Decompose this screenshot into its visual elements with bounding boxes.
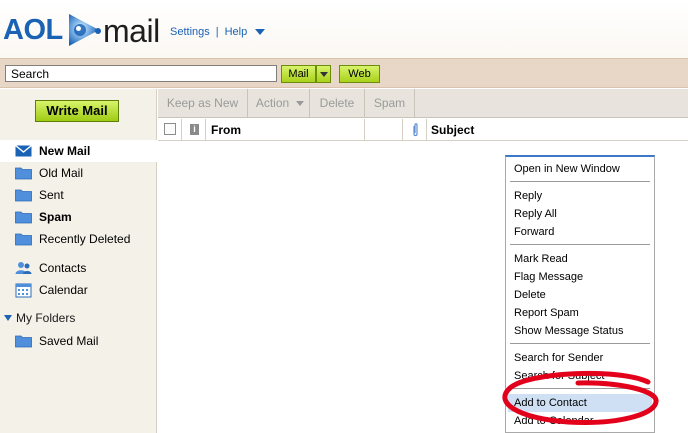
folder-icon (15, 233, 32, 246)
sidebar-item-spam[interactable]: Spam (0, 206, 157, 228)
sidebar-item-contacts[interactable]: Contacts (0, 257, 157, 279)
menu-reply[interactable]: Reply (514, 187, 542, 205)
logo-aol-text: AOL (3, 14, 63, 46)
sidebar-item-saved-mail[interactable]: Saved Mail (0, 330, 157, 352)
search-scope-dropdown[interactable] (316, 65, 331, 83)
help-link[interactable]: Help (225, 26, 248, 38)
menu-mark-read[interactable]: Mark Read (514, 250, 568, 268)
search-mail-button[interactable]: Mail (281, 65, 316, 83)
chevron-down-icon (320, 72, 328, 77)
message-list-header: i From Subject (158, 119, 688, 141)
menu-forward[interactable]: Forward (514, 223, 554, 241)
collapse-triangle-icon (4, 315, 12, 321)
subject-column-header[interactable]: Subject (427, 119, 688, 141)
my-folders-label: My Folders (16, 311, 76, 325)
menu-open-new-window[interactable]: Open in New Window (514, 160, 620, 178)
sidebar-item-label: Calendar (39, 283, 88, 297)
menu-reply-all[interactable]: Reply All (514, 205, 557, 223)
menu-divider (510, 244, 650, 245)
from-column-header[interactable]: From (206, 119, 365, 141)
menu-divider (510, 343, 650, 344)
calendar-icon (15, 283, 32, 298)
menu-search-for-sender[interactable]: Search for Sender (514, 349, 603, 367)
menu-show-message-status[interactable]: Show Message Status (514, 322, 623, 340)
sidebar-item-calendar[interactable]: Calendar (0, 279, 157, 301)
menu-search-for-subject[interactable]: Search for Subject (514, 367, 605, 385)
help-dropdown-icon[interactable] (255, 29, 266, 35)
search-bar: Mail Web (0, 58, 688, 88)
folder-icon (15, 167, 32, 180)
sidebar-item-label: Old Mail (39, 166, 84, 180)
write-mail-button[interactable]: Write Mail (35, 100, 119, 122)
folder-icon (15, 211, 32, 224)
aol-triangle-icon (69, 14, 101, 46)
sidebar: Write Mail New Mail Old Mail Sent Spam R… (0, 89, 157, 433)
menu-add-to-calendar[interactable]: Add to Calendar (514, 412, 594, 430)
menu-add-to-contact[interactable]: Add to Contact (508, 394, 652, 412)
settings-link[interactable]: Settings (170, 26, 210, 38)
my-folders-toggle[interactable]: My Folders (4, 311, 75, 325)
envelope-icon (15, 144, 32, 157)
menu-divider (510, 181, 650, 182)
paperclip-icon (413, 123, 418, 137)
menu-flag-message[interactable]: Flag Message (514, 268, 583, 286)
folder-icon (15, 335, 32, 348)
sidebar-item-label: Recently Deleted (39, 232, 131, 246)
sidebar-item-old-mail[interactable]: Old Mail (0, 162, 157, 184)
header-links: Settings | Help (170, 26, 266, 38)
chevron-down-icon (296, 101, 304, 106)
sidebar-item-label: Contacts (39, 261, 87, 275)
spam-button[interactable]: Spam (365, 89, 415, 118)
menu-divider (510, 388, 650, 389)
sidebar-item-label: Saved Mail (39, 334, 99, 348)
action-label: Action (255, 96, 290, 110)
sidebar-item-label: New Mail (39, 144, 91, 158)
link-separator: | (215, 26, 219, 38)
attachment-column-header[interactable] (403, 119, 427, 141)
contacts-icon (15, 262, 32, 274)
logo-mail-text: mail (103, 13, 160, 49)
menu-report-spam[interactable]: Report Spam (514, 304, 579, 322)
info-icon: i (190, 124, 199, 135)
header: AOL mail Settings | Help (0, 0, 688, 58)
folder-icon (15, 189, 32, 202)
sidebar-item-recently-deleted[interactable]: Recently Deleted (0, 228, 157, 250)
select-all-checkbox[interactable] (164, 123, 176, 135)
flag-column-header[interactable] (365, 119, 403, 141)
sidebar-item-new-mail[interactable]: New Mail (0, 140, 157, 162)
keep-as-new-button[interactable]: Keep as New (158, 89, 248, 118)
delete-button[interactable]: Delete (310, 89, 365, 118)
search-web-button[interactable]: Web (339, 65, 380, 83)
sidebar-item-label: Spam (39, 210, 72, 224)
info-column[interactable]: i (182, 119, 206, 141)
select-all-column[interactable] (158, 119, 182, 141)
sidebar-item-label: Sent (39, 188, 64, 202)
action-dropdown[interactable]: Action (248, 89, 310, 118)
context-menu: Open in New Window Reply Reply All Forwa… (505, 155, 655, 433)
menu-delete[interactable]: Delete (514, 286, 546, 304)
sidebar-item-sent[interactable]: Sent (0, 184, 157, 206)
message-toolbar: Keep as New Action Delete Spam (158, 89, 688, 118)
search-input[interactable] (5, 65, 277, 82)
